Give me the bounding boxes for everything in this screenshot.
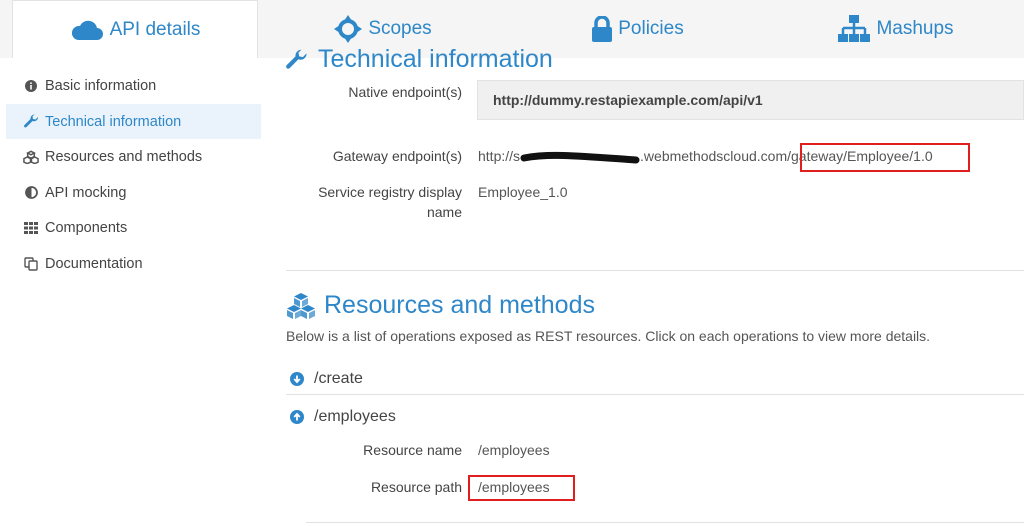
sidebar-item-label: Technical information	[45, 113, 182, 130]
cubes-icon	[23, 149, 39, 165]
grid-icon	[23, 220, 39, 236]
wrench-icon	[23, 114, 39, 130]
sidebar-item-components[interactable]: Components	[6, 210, 261, 245]
native-endpoint-label: Native endpoint(s)	[348, 84, 462, 100]
sidebar-item-basic-information[interactable]: Basic information	[6, 68, 261, 103]
section-title: Technical information	[318, 45, 553, 72]
tab-label: API details	[109, 18, 201, 40]
section-title: Resources and methods	[324, 291, 595, 319]
native-endpoint-value: http://dummy.restapiexample.com/api/v1	[493, 92, 763, 108]
highlight-box	[800, 143, 970, 172]
technical-heading: Technical information	[286, 45, 553, 72]
gateway-middle: .webmethodscloud.com	[640, 148, 788, 164]
resource-path-label: Resource path	[370, 479, 462, 495]
tab-label: Mashups	[876, 18, 954, 39]
highlight-box	[468, 475, 575, 501]
redaction-mark	[520, 150, 640, 164]
sidebar-item-technical-information[interactable]: Technical information	[6, 104, 261, 139]
sitemap-icon	[838, 15, 871, 42]
sidebar-item-label: Resources and methods	[45, 148, 203, 165]
resource-path: /create	[314, 370, 363, 387]
half-circle-icon	[23, 185, 39, 201]
gateway-endpoint-label: Gateway endpoint(s)	[332, 148, 462, 164]
resources-description: Below is a list of operations exposed as…	[286, 328, 931, 344]
cubes-icon	[287, 292, 315, 319]
divider	[306, 522, 1024, 523]
native-endpoint-field[interactable]: http://dummy.restapiexample.com/api/v1	[477, 80, 1024, 120]
tab-api-details[interactable]: API details	[12, 0, 258, 58]
resource-row-employees[interactable]: /employees	[290, 402, 1024, 432]
sidebar-item-label: Documentation	[45, 255, 143, 272]
sidebar-item-api-mocking[interactable]: API mocking	[6, 175, 261, 210]
sidebar-item-label: Basic information	[45, 77, 157, 94]
lock-icon	[592, 16, 613, 42]
technical-heading-clip: Technical information	[286, 40, 1024, 72]
info-icon	[23, 78, 39, 94]
sidebar-item-label: Components	[45, 219, 128, 236]
divider	[286, 270, 1024, 271]
arrow-circle-down-icon	[290, 372, 304, 386]
cloud-icon	[71, 20, 103, 40]
copy-icon	[23, 256, 39, 272]
gateway-prefix: http://s	[478, 148, 521, 164]
tab-label: Scopes	[368, 18, 432, 39]
service-registry-value: Employee_1.0	[478, 184, 568, 200]
resource-name-label: Resource name	[363, 442, 462, 458]
divider	[286, 394, 1024, 395]
crosshair-icon	[334, 15, 363, 43]
sidebar-item-resources-and-methods[interactable]: Resources and methods	[6, 139, 261, 174]
arrow-circle-up-icon	[290, 410, 304, 424]
resource-path: /employees	[314, 408, 396, 425]
wrench-icon	[286, 49, 307, 69]
resource-name-value: /employees	[478, 442, 550, 458]
service-registry-label: Service registry display name	[318, 184, 462, 220]
sidebar-item-label: API mocking	[45, 184, 127, 201]
tab-label: Policies	[618, 18, 684, 39]
resources-heading: Resources and methods	[286, 291, 595, 320]
sidebar-item-documentation[interactable]: Documentation	[6, 246, 261, 281]
resource-row-create[interactable]: /create	[290, 364, 1024, 394]
